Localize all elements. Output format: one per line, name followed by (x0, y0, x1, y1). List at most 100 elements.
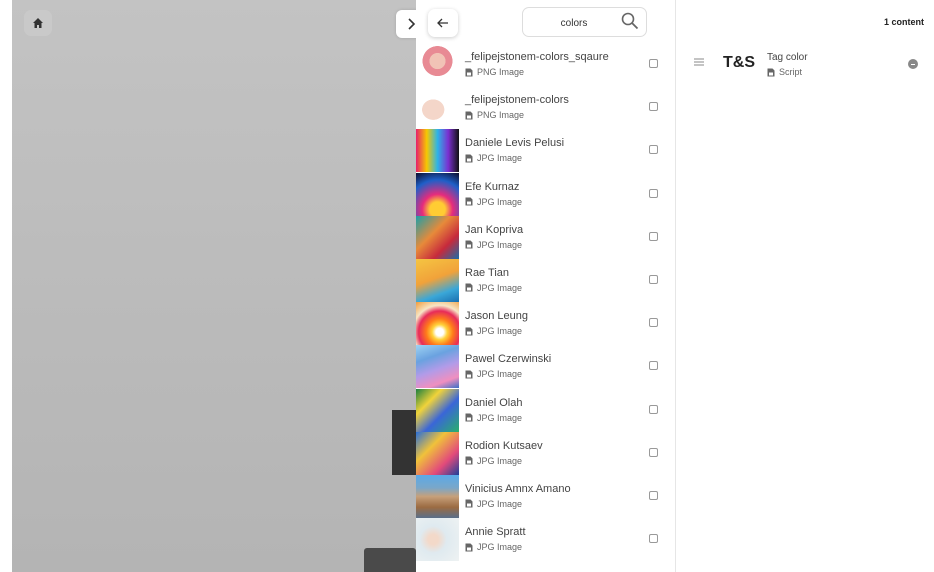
result-item[interactable]: Rae Tian JPG Image (416, 258, 675, 302)
result-checkbox[interactable] (649, 274, 658, 284)
result-checkbox[interactable] (649, 188, 658, 198)
result-type: JPG Image (465, 240, 522, 250)
file-icon (465, 68, 473, 76)
result-checkbox[interactable] (649, 447, 658, 457)
result-checkbox[interactable] (649, 102, 658, 112)
result-checkbox[interactable] (649, 145, 658, 155)
result-name: Daniel Olah (465, 396, 523, 409)
result-name: Rodion Kutsaev (465, 439, 543, 452)
result-thumbnail (416, 431, 459, 475)
result-type-label: JPG Image (477, 326, 523, 337)
result-type: JPG Image (465, 326, 522, 336)
result-name: Daniele Levis Pelusi (465, 137, 565, 150)
result-thumbnail (416, 518, 459, 562)
result-item[interactable]: Pawel Czerwinski JPG Image (416, 345, 675, 389)
result-item[interactable]: Jan Kopriva JPG Image (416, 215, 675, 259)
result-type: JPG Image (465, 369, 522, 379)
result-type-label: JPG Image (477, 369, 523, 380)
file-icon (767, 68, 775, 76)
result-checkbox[interactable] (649, 534, 658, 544)
canvas-preview (12, 0, 416, 572)
file-icon (465, 413, 473, 422)
result-type-label: JPG Image (477, 153, 523, 164)
content-title: Tag color (767, 52, 808, 63)
result-name: _felipejstonem-colors (465, 94, 569, 107)
result-thumbnail (416, 86, 459, 130)
result-checkbox[interactable] (649, 318, 658, 328)
file-icon (465, 197, 473, 206)
script-logo: T&S (723, 54, 755, 71)
result-type-label: JPG Image (477, 196, 523, 207)
result-type-label: JPG Image (477, 542, 523, 553)
back-button[interactable] (428, 9, 458, 37)
result-checkbox[interactable] (649, 59, 658, 68)
result-type-label: JPG Image (477, 282, 523, 293)
result-type-label: PNG Image (477, 67, 525, 77)
result-name: Annie Spratt (465, 526, 526, 539)
drag-handle-icon[interactable] (694, 58, 704, 66)
results-list: _felipejstonem-colors_sqaure PNG Image _fe… (416, 43, 675, 562)
home-icon (33, 18, 43, 28)
search-results-panel: _felipejstonem-colors_sqaurePNG Image_fe… (416, 0, 676, 572)
content-count: 1 content (883, 17, 924, 27)
result-type-label: JPG Image (477, 455, 523, 466)
result-name: Pawel Czerwinski (465, 353, 552, 366)
content-type-label: Script (779, 67, 803, 77)
content-panel: 1 content T&S Tag color Script (676, 0, 934, 572)
result-type: JPG Image (465, 153, 522, 163)
file-icon (465, 111, 473, 120)
result-thumbnail (416, 172, 459, 216)
result-thumbnail (416, 388, 459, 432)
result-thumbnail (416, 474, 459, 518)
result-item[interactable]: Daniele Levis Pelusi JPG Image (416, 129, 675, 173)
result-checkbox[interactable] (649, 231, 658, 241)
result-item[interactable]: Rodion Kutsaev JPG Image (416, 431, 675, 475)
collapse-panel-button[interactable] (396, 10, 416, 38)
file-icon (465, 327, 473, 336)
result-name: Rae Tian (465, 266, 510, 279)
result-thumbnail (416, 258, 459, 302)
search-icon[interactable] (621, 12, 639, 30)
result-item[interactable]: Vinicius Amnx Amano JPG Image (416, 474, 675, 518)
file-icon (465, 543, 473, 552)
result-thumbnail (416, 302, 459, 346)
content-row[interactable]: T&S Tag color Script (676, 50, 934, 82)
file-icon (465, 283, 473, 292)
result-type-label: JPG Image (477, 412, 523, 423)
result-name: Jason Leung (465, 310, 528, 323)
result-type: PNG Image (465, 67, 524, 77)
result-thumbnail (416, 129, 459, 173)
result-item[interactable]: Efe Kurnaz JPG Image (416, 172, 675, 216)
result-type: JPG Image (465, 413, 522, 423)
file-icon (465, 370, 473, 379)
result-type: JPG Image (465, 499, 522, 509)
result-item[interactable]: Annie Spratt JPG Image (416, 518, 675, 562)
result-name: Efe Kurnaz (465, 180, 520, 193)
result-checkbox[interactable] (649, 490, 658, 500)
file-icon (465, 499, 473, 508)
result-name: Vinicius Amnx Amano (465, 482, 571, 495)
file-icon (465, 240, 473, 249)
result-name: Jan Kopriva (465, 223, 524, 236)
remove-icon[interactable] (908, 59, 918, 69)
result-item[interactable]: Jason Leung JPG Image (416, 302, 675, 346)
result-type: JPG Image (465, 542, 522, 552)
home-button[interactable] (24, 10, 52, 36)
result-type: JPG Image (465, 283, 522, 293)
result-thumbnail (416, 43, 459, 86)
result-name: _felipejstonem-colors_sqaure (465, 51, 609, 63)
result-type-label: JPG Image (477, 239, 523, 250)
result-item[interactable]: _felipejstonem-colors PNG Image (416, 86, 675, 130)
search-input[interactable] (523, 8, 625, 38)
preview-shape (392, 410, 416, 475)
content-type: Script (767, 67, 802, 77)
result-item[interactable]: Daniel Olah JPG Image (416, 388, 675, 432)
result-thumbnail (416, 215, 459, 259)
result-checkbox[interactable] (649, 361, 658, 371)
result-type: JPG Image (465, 197, 522, 207)
result-checkbox[interactable] (649, 404, 658, 414)
result-item[interactable]: _felipejstonem-colors_sqaure PNG Image (416, 43, 675, 86)
search-box (522, 7, 647, 38)
result-type-label: JPG Image (477, 498, 523, 509)
result-thumbnail (416, 345, 459, 389)
